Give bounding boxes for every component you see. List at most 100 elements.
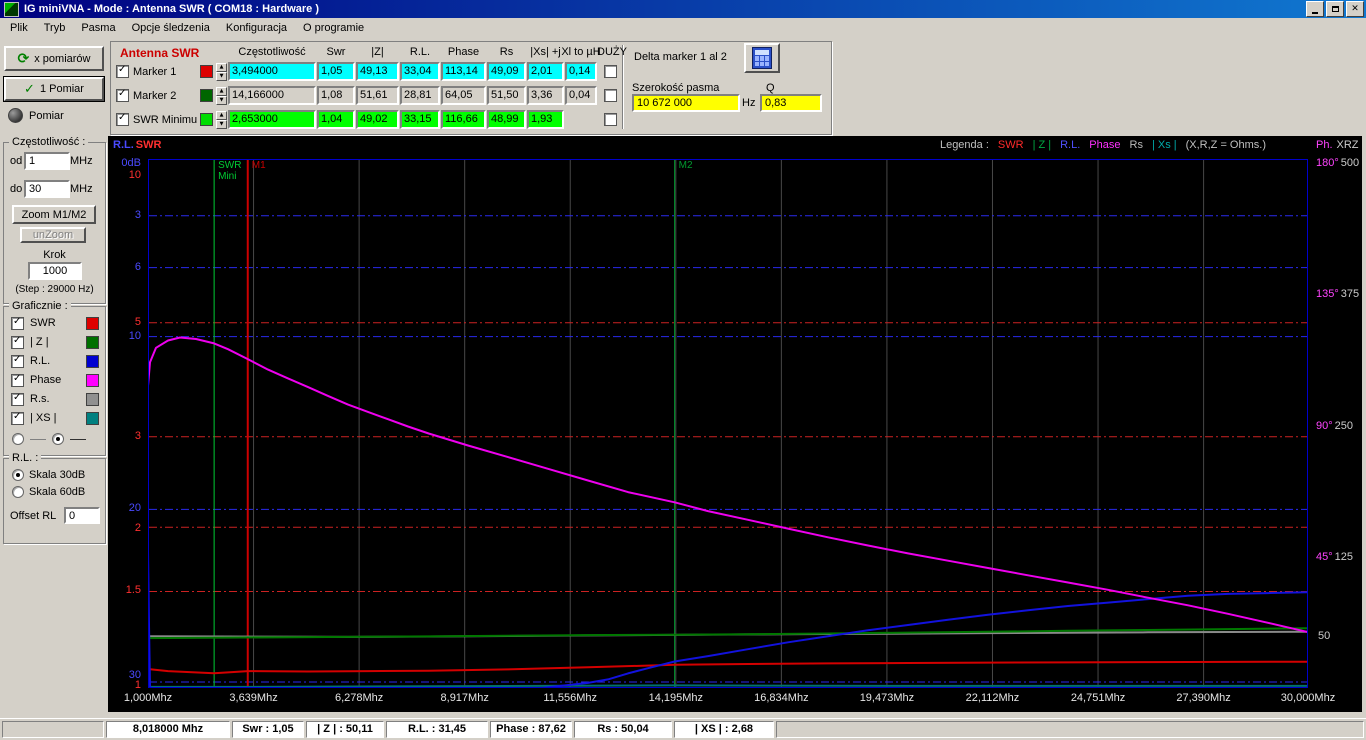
- marker-enable-checkbox[interactable]: ✓: [116, 89, 129, 102]
- marker-line-label: SWRMini: [218, 160, 241, 182]
- legend-prefix: Legenda :: [940, 139, 989, 151]
- titlebar: IG miniVNA - Mode : Antenna SWR ( COM18 …: [0, 0, 1366, 18]
- frequency-group: Częstotliwość : od 1 MHz do 30 MHz Zoom …: [3, 142, 106, 304]
- menu-item[interactable]: Pasma: [73, 20, 123, 36]
- check-icon: ✓: [118, 88, 126, 99]
- spinner-down-icon[interactable]: ▼: [216, 72, 227, 81]
- graph-option: ✓| XS |: [11, 410, 99, 426]
- marker-value: 2,01: [527, 62, 564, 81]
- check-icon: ✓: [13, 354, 21, 365]
- minimize-icon: [1312, 12, 1318, 14]
- chart-legend: Legenda : SWR| Z |R.L.PhaseRs| Xs | (X,R…: [940, 139, 1266, 151]
- close-button[interactable]: ✕: [1346, 1, 1364, 17]
- status-spacer: [2, 721, 104, 738]
- marker-row-label: Marker 1: [133, 66, 176, 78]
- axis-tick-left: 5: [110, 316, 141, 328]
- graph-option-label: R.L.: [30, 355, 86, 367]
- axis-tick-x: 16,834Mhz: [741, 692, 821, 704]
- axis-tick-x: 1,000Mhz: [108, 692, 188, 704]
- menu-item[interactable]: O programie: [295, 20, 372, 36]
- rl-scale-option[interactable]: Skala 60dB: [12, 486, 85, 498]
- marker-spinner[interactable]: ▲▼: [216, 63, 227, 81]
- marker-value: 64,05: [441, 86, 486, 105]
- marker-spinner[interactable]: ▲▼: [216, 87, 227, 105]
- graph-option-checkbox[interactable]: ✓: [11, 336, 24, 349]
- menu-item[interactable]: Konfiguracja: [218, 20, 295, 36]
- graph-option-checkbox[interactable]: ✓: [11, 374, 24, 387]
- legend-item: Phase: [1089, 139, 1120, 151]
- marker-value: 0,04: [565, 86, 597, 105]
- left-axis-title-swr: SWR: [136, 139, 162, 151]
- axis-tick-x: 8,917Mhz: [425, 692, 505, 704]
- legend-suffix: (X,R,Z = Ohms.): [1186, 139, 1266, 151]
- marker-duzy-checkbox[interactable]: [604, 89, 617, 102]
- rl-options: Skala 30dB Skala 60dB: [4, 459, 105, 543]
- axis-tick-right: 180°500: [1316, 157, 1359, 169]
- unzoom-button[interactable]: unZoom: [20, 227, 86, 243]
- legend-item: R.L.: [1060, 139, 1080, 151]
- marker-value: 48,99: [487, 110, 526, 129]
- marker-spinner[interactable]: ▲▼: [216, 111, 227, 129]
- axis-tick-x: 19,473Mhz: [847, 692, 927, 704]
- graph-option-checkbox[interactable]: ✓: [11, 393, 24, 406]
- restore-icon: [1332, 6, 1339, 12]
- legend-item: | Z |: [1033, 139, 1052, 151]
- delta-calc-button[interactable]: [744, 43, 780, 73]
- bandwidth-label: Szerokość pasma: [632, 82, 719, 94]
- sidebar: Częstotliwość : od 1 MHz do 30 MHz Zoom …: [0, 136, 108, 718]
- graph-group: Graficznie : ✓SWR✓| Z |✓R.L.✓Phase✓R.s.✓…: [3, 306, 106, 456]
- q-label: Q: [766, 82, 775, 94]
- menu-item[interactable]: Tryb: [36, 20, 74, 36]
- axis-tick-left: 3: [110, 430, 141, 442]
- spinner-down-icon[interactable]: ▼: [216, 120, 227, 129]
- legend-item: | Xs |: [1152, 139, 1177, 151]
- menu-item[interactable]: Plik: [2, 20, 36, 36]
- axis-tick-x: 3,639Mhz: [214, 692, 294, 704]
- axis-tick-left: 1: [110, 679, 141, 691]
- spinner-up-icon[interactable]: ▲: [216, 87, 227, 96]
- marker-enable-checkbox[interactable]: ✓: [116, 65, 129, 78]
- menubar: PlikTrybPasmaOpcje śledzeniaKonfiguracja…: [0, 18, 1366, 37]
- graph-option-checkbox[interactable]: ✓: [11, 355, 24, 368]
- rl-scale-option[interactable]: Skala 30dB: [12, 469, 85, 481]
- step-input[interactable]: 1000: [28, 262, 82, 280]
- toppanel: ⟳ x pomiarów ✓ 1 Pomiar Pomiar Antenna S…: [0, 37, 1366, 136]
- axis-tick-x: 30,000Mhz: [1268, 692, 1348, 704]
- menu-item[interactable]: Opcje śledzenia: [124, 20, 218, 36]
- minimize-button[interactable]: [1306, 1, 1324, 17]
- spinner-up-icon[interactable]: ▲: [216, 111, 227, 120]
- zoom-m1-m2-button[interactable]: Zoom M1/M2: [12, 205, 96, 224]
- marker-row: ✓Marker 1▲▼3,4940001,0549,1333,04113,144…: [0, 62, 1366, 82]
- graph-option-checkbox[interactable]: ✓: [11, 317, 24, 330]
- close-icon: ✕: [1351, 5, 1359, 14]
- offset-rl-input[interactable]: 0: [64, 507, 100, 524]
- marker-duzy-checkbox[interactable]: [604, 113, 617, 126]
- line-style-radio-1[interactable]: [12, 433, 24, 445]
- radio-icon[interactable]: [12, 469, 24, 481]
- restore-button[interactable]: [1326, 1, 1344, 17]
- check-icon: ✓: [13, 392, 21, 403]
- marker-value: 0,14: [565, 62, 597, 81]
- graph-option-checkbox[interactable]: ✓: [11, 412, 24, 425]
- legend-item: SWR: [998, 139, 1024, 151]
- graph-option-label: R.s.: [30, 393, 86, 405]
- graph-option: ✓Phase: [11, 372, 99, 388]
- plot[interactable]: [144, 158, 1314, 690]
- axis-tick-x: 22,112Mhz: [952, 692, 1032, 704]
- line-sample-1: [30, 439, 46, 440]
- marker-value: 51,50: [487, 86, 526, 105]
- radio-icon[interactable]: [12, 486, 24, 498]
- series-SWR: [148, 662, 1308, 674]
- status-field: R.L. : 31,45: [386, 721, 488, 738]
- axis-tick-x: 24,751Mhz: [1058, 692, 1138, 704]
- marker-duzy-checkbox[interactable]: [604, 65, 617, 78]
- marker-enable-checkbox[interactable]: ✓: [116, 113, 129, 126]
- chart-area: R.L.SWR Legenda : SWR| Z |R.L.PhaseRs| X…: [108, 136, 1362, 712]
- freq-to-input[interactable]: 30: [24, 180, 70, 198]
- spinner-up-icon[interactable]: ▲: [216, 63, 227, 72]
- graph-option: ✓| Z |: [11, 334, 99, 350]
- freq-from-input[interactable]: 1: [24, 152, 70, 170]
- line-style-radio-2[interactable]: [52, 433, 64, 445]
- spinner-down-icon[interactable]: ▼: [216, 96, 227, 105]
- marker-value: 28,81: [400, 86, 440, 105]
